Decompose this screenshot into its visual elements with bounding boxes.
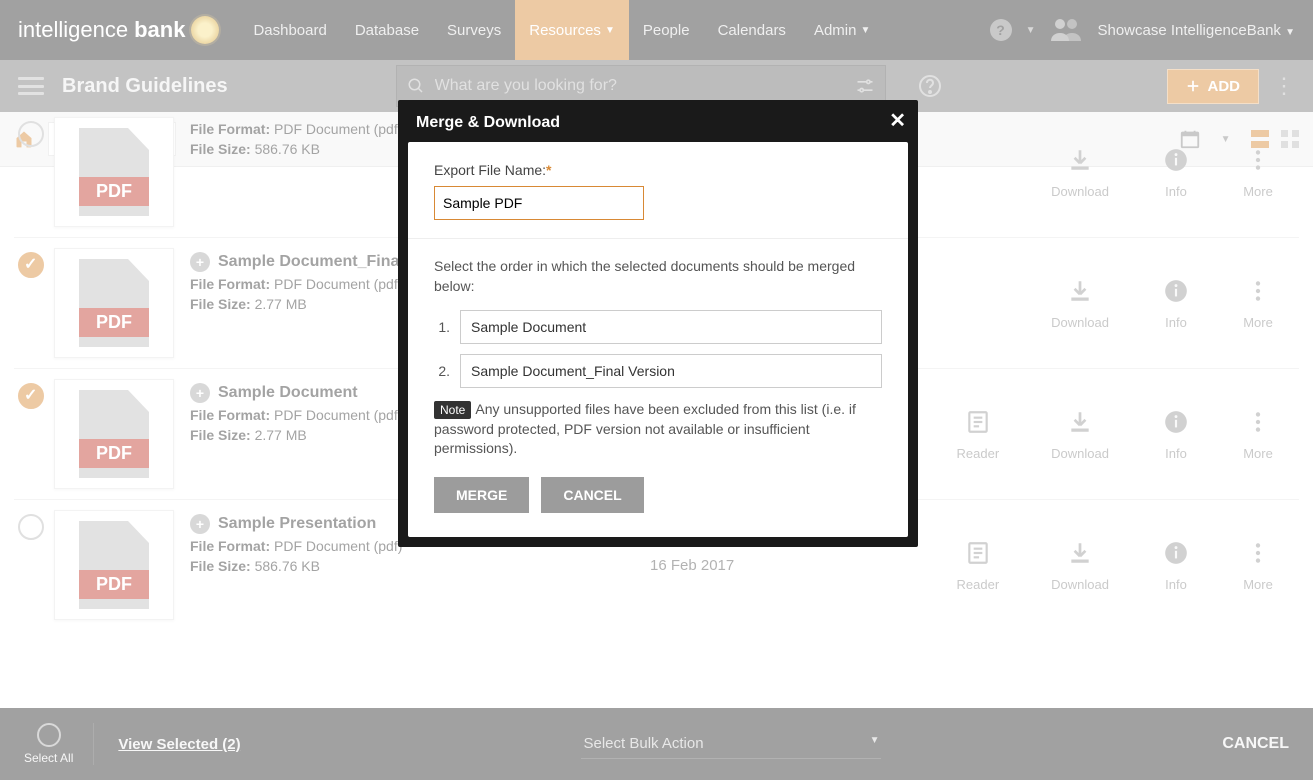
merge-order-item[interactable]: 2.Sample Document_Final Version	[434, 354, 882, 388]
merge-download-modal: Merge & Download ✕ Export File Name:* Se…	[398, 100, 918, 547]
close-icon[interactable]: ✕	[889, 108, 906, 133]
note-badge: Note	[434, 401, 471, 419]
merge-button[interactable]: MERGE	[434, 477, 529, 513]
merge-order-list: 1.Sample Document 2.Sample Document_Final…	[434, 310, 882, 388]
export-filename-label: Export File Name:*	[434, 162, 552, 178]
note-text: NoteAny unsupported files have been excl…	[434, 400, 882, 459]
export-filename-input[interactable]	[434, 186, 644, 220]
merge-order-box[interactable]: Sample Document	[460, 310, 882, 344]
modal-buttons: MERGE CANCEL	[434, 477, 882, 513]
divider	[408, 238, 908, 239]
modal-cancel-button[interactable]: CANCEL	[541, 477, 643, 513]
merge-instruction: Select the order in which the selected d…	[434, 257, 882, 296]
modal-body: Export File Name:* Select the order in w…	[408, 142, 908, 537]
modal-title: Merge & Download	[408, 110, 908, 142]
merge-order-item[interactable]: 1.Sample Document	[434, 310, 882, 344]
merge-order-box[interactable]: Sample Document_Final Version	[460, 354, 882, 388]
